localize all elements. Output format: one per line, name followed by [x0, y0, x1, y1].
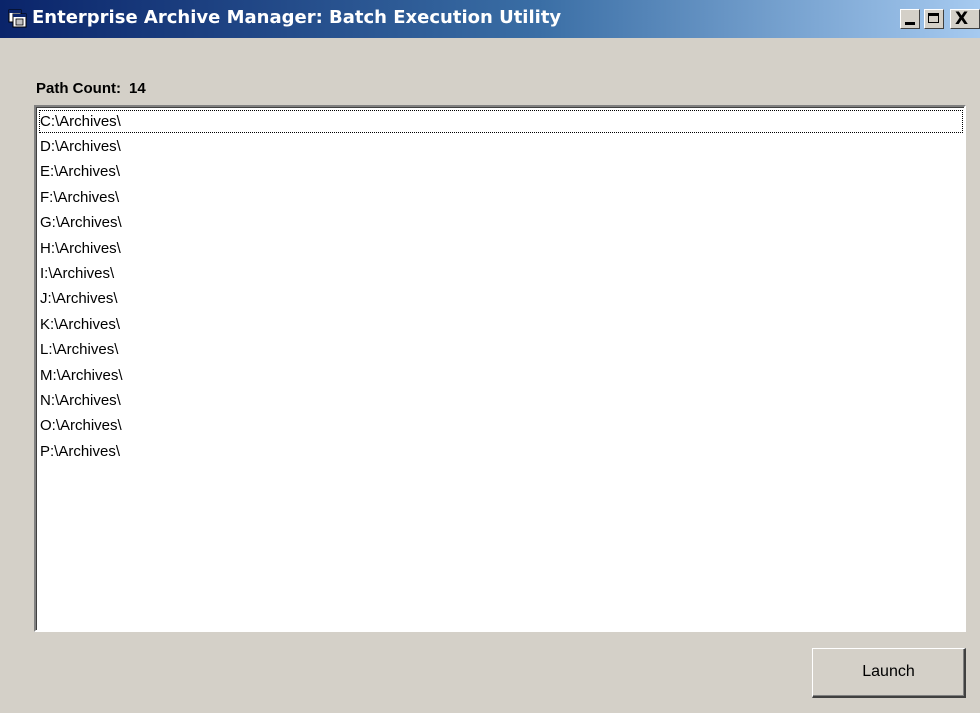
list-item[interactable]: J:\Archives\ [38, 286, 964, 311]
app-window-icon[interactable] [8, 9, 28, 29]
list-item[interactable]: P:\Archives\ [38, 439, 964, 464]
path-count-value: 14 [128, 80, 146, 97]
maximize-button[interactable] [924, 9, 944, 29]
list-item[interactable]: I:\Archives\ [38, 261, 964, 286]
title-bar[interactable]: Enterprise Archive Manager: Batch Execut… [0, 0, 980, 38]
list-item[interactable]: G:\Archives\ [38, 210, 964, 235]
list-item[interactable]: C:\Archives\ [38, 109, 964, 134]
close-button[interactable]: X [950, 9, 980, 29]
list-item[interactable]: D:\Archives\ [38, 134, 964, 159]
list-item[interactable]: H:\Archives\ [38, 236, 964, 261]
path-count-text: Path Count: [36, 80, 121, 97]
maximize-icon [928, 13, 939, 23]
close-icon: X [955, 9, 969, 29]
paths-listbox[interactable]: C:\Archives\ D:\Archives\ E:\Archives\ F… [34, 105, 966, 632]
list-item[interactable]: K:\Archives\ [38, 312, 964, 337]
list-item[interactable]: N:\Archives\ [38, 388, 964, 413]
list-item[interactable]: M:\Archives\ [38, 363, 964, 388]
list-item[interactable]: F:\Archives\ [38, 185, 964, 210]
minimize-icon [905, 22, 915, 25]
list-item[interactable]: L:\Archives\ [38, 337, 964, 362]
list-item[interactable]: O:\Archives\ [38, 413, 964, 438]
launch-button[interactable]: Launch [812, 648, 966, 698]
list-item[interactable]: E:\Archives\ [38, 159, 964, 184]
minimize-button[interactable] [900, 9, 920, 29]
path-count-label: Path Count: 14 [36, 80, 146, 97]
window-title: Enterprise Archive Manager: Batch Execut… [32, 7, 562, 28]
batch-execution-window: Enterprise Archive Manager: Batch Execut… [0, 0, 980, 713]
